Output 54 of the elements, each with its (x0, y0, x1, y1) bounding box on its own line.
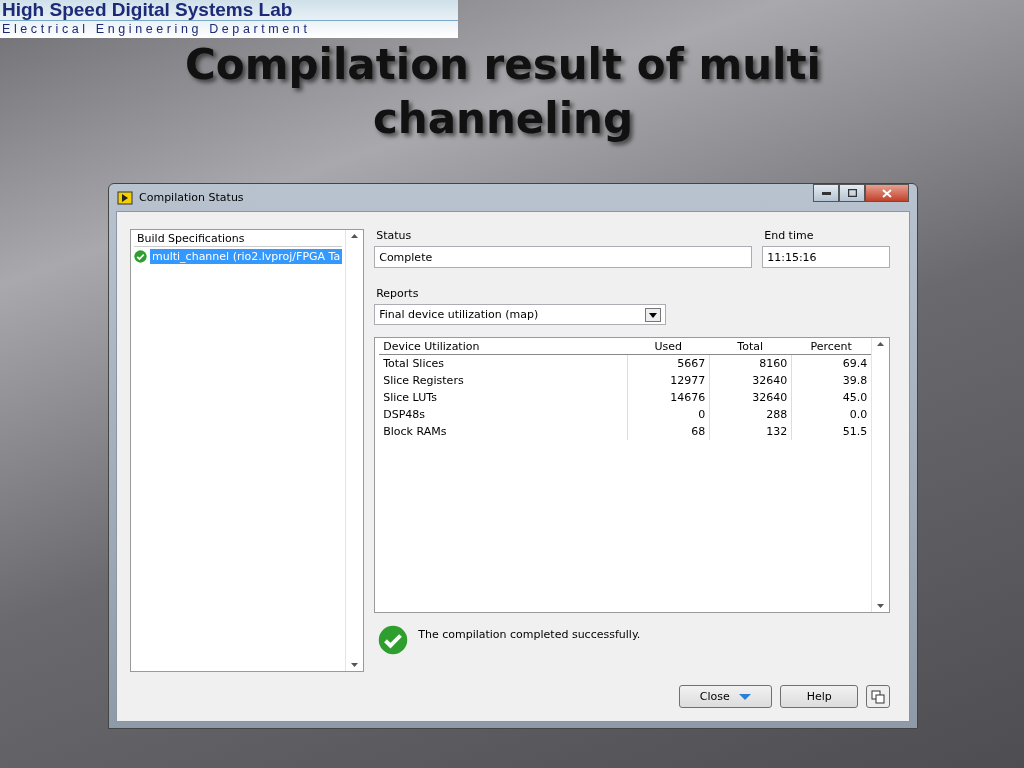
reports-dropdown[interactable]: Final device utilization (map) (374, 304, 667, 325)
windows-icon (871, 689, 886, 704)
table-cell: 14676 (627, 389, 710, 406)
window-title: Compilation Status (139, 191, 244, 204)
close-button[interactable]: Close (679, 685, 773, 708)
scroll-up-icon[interactable] (877, 342, 885, 346)
table-cell: 8160 (709, 355, 792, 372)
field-label: Reports (375, 287, 420, 301)
check-icon (134, 250, 147, 263)
table-cell: 5667 (627, 355, 710, 372)
close-window-button[interactable] (865, 184, 909, 202)
table-cell: 0 (627, 406, 710, 423)
help-button[interactable]: Help (780, 685, 859, 708)
table-cell-text: Slice LUTs (382, 390, 438, 406)
status-field[interactable]: Complete (374, 246, 753, 268)
column-header: Used (627, 338, 710, 355)
table-cell-text: Total Slices (382, 356, 446, 372)
list-header: Build Specifications (134, 232, 343, 247)
table-cell: 288 (709, 406, 792, 423)
table-cell: 132 (709, 423, 792, 440)
maximize-button[interactable] (839, 184, 865, 202)
table-cell: 45.0 (791, 389, 872, 406)
window-icon-button[interactable] (866, 685, 891, 708)
minimize-icon (821, 191, 831, 195)
scroll-up-icon[interactable] (351, 234, 359, 238)
caret-icon (737, 692, 752, 701)
logo-title: High Speed Digital Systems Lab (1, 0, 294, 20)
slide-title: Compilation result of multi channeling (184, 39, 822, 145)
table-cell: 68 (627, 423, 710, 440)
table-cell: 32640 (709, 389, 792, 406)
column-header: Device Utilization (379, 338, 628, 355)
end-time-field[interactable]: 11:15:16 (762, 246, 891, 268)
table-cell-text: DSP48s (382, 407, 427, 423)
table-cell: 69.4 (791, 355, 872, 372)
table-cell-text: Block RAMs (382, 424, 448, 440)
table-cell: 51.5 (791, 423, 872, 440)
maximize-icon (847, 189, 857, 197)
check-icon (378, 625, 409, 655)
scroll-down-icon[interactable] (351, 663, 359, 667)
close-icon (882, 188, 892, 198)
field-label: End time (763, 229, 815, 243)
table-cell: 32640 (709, 372, 792, 389)
app-icon (117, 190, 133, 205)
table-cell: 12977 (627, 372, 710, 389)
table-cell: 0.0 (791, 406, 872, 423)
column-header: Percent (791, 338, 872, 355)
status-message: The compilation completed successfully. (418, 628, 641, 643)
scroll-down-icon[interactable] (877, 604, 885, 608)
minimize-button[interactable] (813, 184, 839, 202)
table-cell: 39.8 (791, 372, 872, 389)
table-cell-text: Slice Registers (382, 373, 465, 389)
logo-subtitle: Electrical Engineering Department (0, 20, 458, 37)
column-header: Total (709, 338, 792, 355)
field-label: Status (375, 229, 413, 243)
